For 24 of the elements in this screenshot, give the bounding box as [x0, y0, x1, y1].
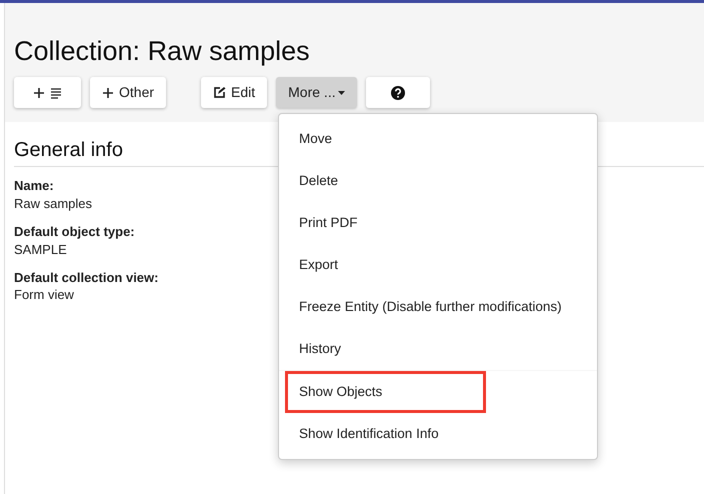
- field-label: Default object type:: [14, 223, 135, 241]
- field-value: Raw samples: [14, 194, 92, 213]
- edit-button[interactable]: Edit: [201, 77, 268, 108]
- edit-icon: [213, 86, 226, 100]
- menu-item[interactable]: History: [279, 328, 597, 370]
- menu-item[interactable]: Freeze Entity (Disable further modifications): [279, 286, 597, 328]
- field-value: Form view: [14, 286, 74, 304]
- help-icon: [390, 86, 405, 100]
- add-list-button[interactable]: [14, 77, 81, 108]
- menu-item[interactable]: Show Objects: [285, 371, 486, 413]
- add-other-button[interactable]: Other: [90, 77, 166, 108]
- menu-item[interactable]: Export: [279, 244, 597, 286]
- menu-item[interactable]: Show Identification Info: [279, 413, 597, 455]
- more-dropdown-button[interactable]: More ...: [276, 77, 357, 108]
- list-icon: [50, 86, 62, 99]
- field-label: Default collection view:: [14, 268, 158, 286]
- menu-item[interactable]: Print PDF: [279, 202, 597, 244]
- field-value: SAMPLE: [14, 240, 67, 259]
- page-title: Collection: Raw samples: [14, 35, 311, 68]
- help-button[interactable]: [366, 77, 430, 108]
- plus-icon: [33, 86, 45, 99]
- caret-icon: [338, 89, 345, 96]
- field-label: Name:: [14, 177, 54, 195]
- plus-icon: [102, 86, 114, 99]
